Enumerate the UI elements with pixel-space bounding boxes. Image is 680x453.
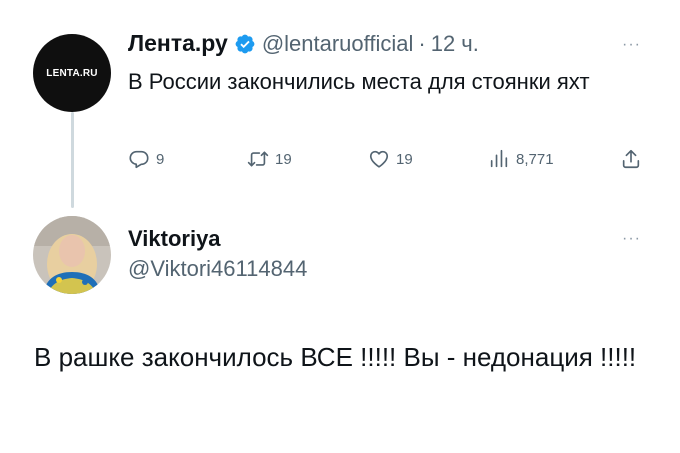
retweet-count: 19 xyxy=(275,150,292,168)
like-count: 19 xyxy=(396,150,413,168)
avatar-logo-text: LENTA.RU xyxy=(46,67,98,79)
avatar-viktoriya[interactable] xyxy=(33,216,111,294)
views-count: 8,771 xyxy=(516,150,554,168)
like-button[interactable]: 19 xyxy=(368,148,413,170)
retweet-icon xyxy=(247,151,269,167)
reply-icon xyxy=(129,150,149,169)
avatar-photo xyxy=(33,216,111,294)
share-icon xyxy=(622,149,640,169)
tweet-actions: 9 19 19 8,771 xyxy=(128,148,648,174)
more-icon[interactable]: ··· xyxy=(622,36,641,54)
author-handle[interactable]: @lentaruofficial xyxy=(262,31,414,57)
like-icon xyxy=(369,150,389,168)
tweet2-name-row: Viktoriya xyxy=(128,226,221,252)
reply-count: 9 xyxy=(156,150,165,168)
views-button[interactable]: 8,771 xyxy=(488,148,554,170)
share-button[interactable] xyxy=(620,148,642,170)
tweet-time[interactable]: 12 ч. xyxy=(431,31,479,57)
tweet2-text: В рашке закончилось ВСЕ !!!!! Вы - недон… xyxy=(34,342,637,372)
views-icon xyxy=(490,149,508,168)
more-icon-2[interactable]: ··· xyxy=(622,230,641,248)
verified-badge-icon xyxy=(235,34,255,53)
header-separator: · xyxy=(418,30,426,56)
avatar-lentaru[interactable]: LENTA.RU xyxy=(33,34,111,112)
author2-handle[interactable]: @Viktori46114844 xyxy=(128,256,307,282)
retweet-button[interactable]: 19 xyxy=(247,148,292,170)
reply-button[interactable]: 9 xyxy=(128,148,164,170)
tweet2-handle-row: @Viktori46114844 xyxy=(128,256,307,282)
author2-name[interactable]: Viktoriya xyxy=(128,226,221,252)
tweet-text: В России закончились места для стоянки я… xyxy=(128,69,590,94)
thread-connector-line xyxy=(71,112,74,208)
author-name[interactable]: Лента.ру xyxy=(128,30,228,57)
tweet-header: Лента.ру @lentaruofficial · 12 ч. xyxy=(128,30,479,57)
